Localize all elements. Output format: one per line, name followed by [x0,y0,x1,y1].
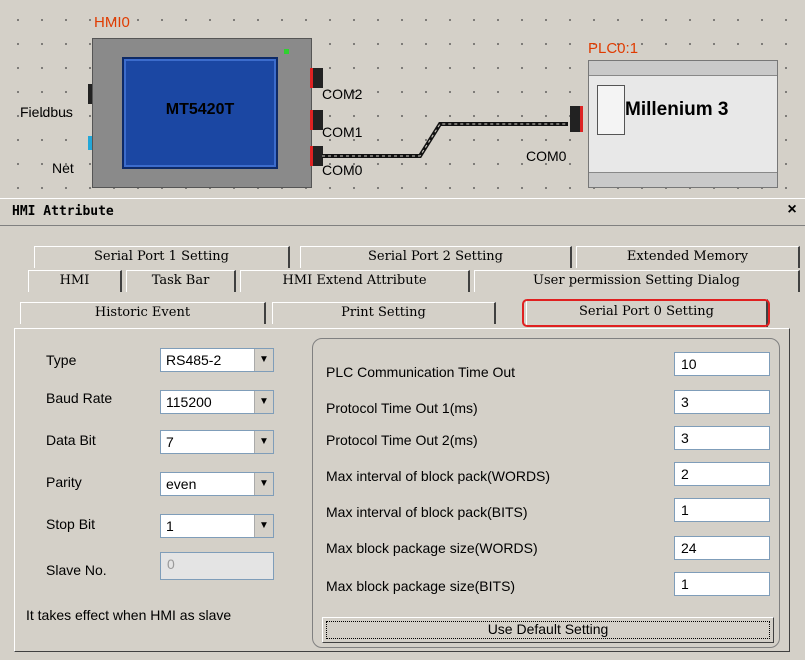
protocol-timeout-2-value: 3 [681,430,689,446]
parity-value: even [166,476,197,492]
data-bit-label: Data Bit [46,432,96,448]
plc-timeout-value: 10 [681,356,697,372]
timeout-group-box [312,338,780,648]
protocol-timeout-1-value: 3 [681,394,689,410]
chevron-down-icon[interactable]: ▼ [254,473,273,495]
type-label: Type [46,352,77,368]
tab-print-setting[interactable]: Print Setting [272,302,496,324]
data-bit-select[interactable]: 7 ▼ [160,430,274,454]
protocol-timeout-2-label: Protocol Time Out 2(ms) [326,432,478,448]
block-interval-words-field[interactable]: 2 [674,462,770,486]
tab-serial-port-1[interactable]: Serial Port 1 Setting [34,246,290,268]
block-interval-bits-field[interactable]: 1 [674,498,770,522]
baud-rate-select[interactable]: 115200 ▼ [160,390,274,414]
type-value: RS485-2 [166,352,222,368]
chevron-down-icon[interactable]: ▼ [254,515,273,537]
slave-note: It takes effect when HMI as slave [26,607,232,623]
chevron-down-icon[interactable]: ▼ [254,391,273,413]
block-size-words-value: 24 [681,540,697,556]
tab-serial-port-2[interactable]: Serial Port 2 Setting [300,246,572,268]
plc-com-port[interactable] [570,106,583,132]
plc-terminal-strip [589,61,777,76]
tab-task-bar[interactable]: Task Bar [126,270,236,292]
parity-select[interactable]: even ▼ [160,472,274,496]
baud-rate-label: Baud Rate [46,390,113,406]
plc-name: Millenium 3 [625,99,729,120]
tab-user-permission[interactable]: User permission Setting Dialog [474,270,800,292]
block-size-bits-label: Max block package size(BITS) [326,578,516,594]
protocol-timeout-1-field[interactable]: 3 [674,390,770,414]
tab-hmi-extend-attribute[interactable]: HMI Extend Attribute [240,270,470,292]
active-tab-highlight [522,299,770,327]
block-size-bits-value: 1 [681,576,689,592]
chevron-down-icon[interactable]: ▼ [254,431,273,453]
plc-window [597,85,625,135]
plc-com-label: COM0 [526,148,567,164]
dialog-titlebar: HMI Attribute × [0,198,805,226]
parity-label: Parity [46,474,82,490]
stop-bit-value: 1 [166,518,174,534]
focus-rectangle [326,621,770,639]
plc-timeout-field[interactable]: 10 [674,352,770,376]
close-icon[interactable]: × [783,201,801,219]
project-diagram: HMI0 Fieldbus Net MT5420T COM2 COM1 COM0… [0,0,805,198]
type-select[interactable]: RS485-2 ▼ [160,348,274,372]
tab-hmi[interactable]: HMI [28,270,122,292]
stop-bit-select[interactable]: 1 ▼ [160,514,274,538]
block-interval-bits-label: Max interval of block pack(BITS) [326,504,528,520]
protocol-timeout-1-label: Protocol Time Out 1(ms) [326,400,478,416]
plc-device[interactable]: Millenium 3 [588,60,778,188]
block-interval-words-label: Max interval of block pack(WORDS) [326,468,551,484]
use-default-setting-button[interactable]: Use Default Setting [322,617,774,643]
chevron-down-icon[interactable]: ▼ [254,349,273,371]
block-size-bits-field[interactable]: 1 [674,572,770,596]
slave-no-label: Slave No. [46,562,107,578]
block-interval-words-value: 2 [681,466,689,482]
plc-label: PLC0:1 [588,40,639,57]
slave-no-value: 0 [167,556,175,572]
plc-timeout-label: PLC Communication Time Out [326,364,516,380]
baud-rate-value: 115200 [166,394,212,410]
protocol-timeout-2-field[interactable]: 3 [674,426,770,450]
block-size-words-field[interactable]: 24 [674,536,770,560]
dialog-title: HMI Attribute [12,204,114,219]
tab-historic-event[interactable]: Historic Event [20,302,266,324]
slave-no-field: 0 [160,552,274,580]
stop-bit-label: Stop Bit [46,516,96,532]
data-bit-value: 7 [166,434,174,450]
block-interval-bits-value: 1 [681,502,689,518]
plc-terminal-strip-bottom [589,172,777,187]
tab-extended-memory[interactable]: Extended Memory [576,246,800,268]
block-size-words-label: Max block package size(WORDS) [326,540,538,556]
